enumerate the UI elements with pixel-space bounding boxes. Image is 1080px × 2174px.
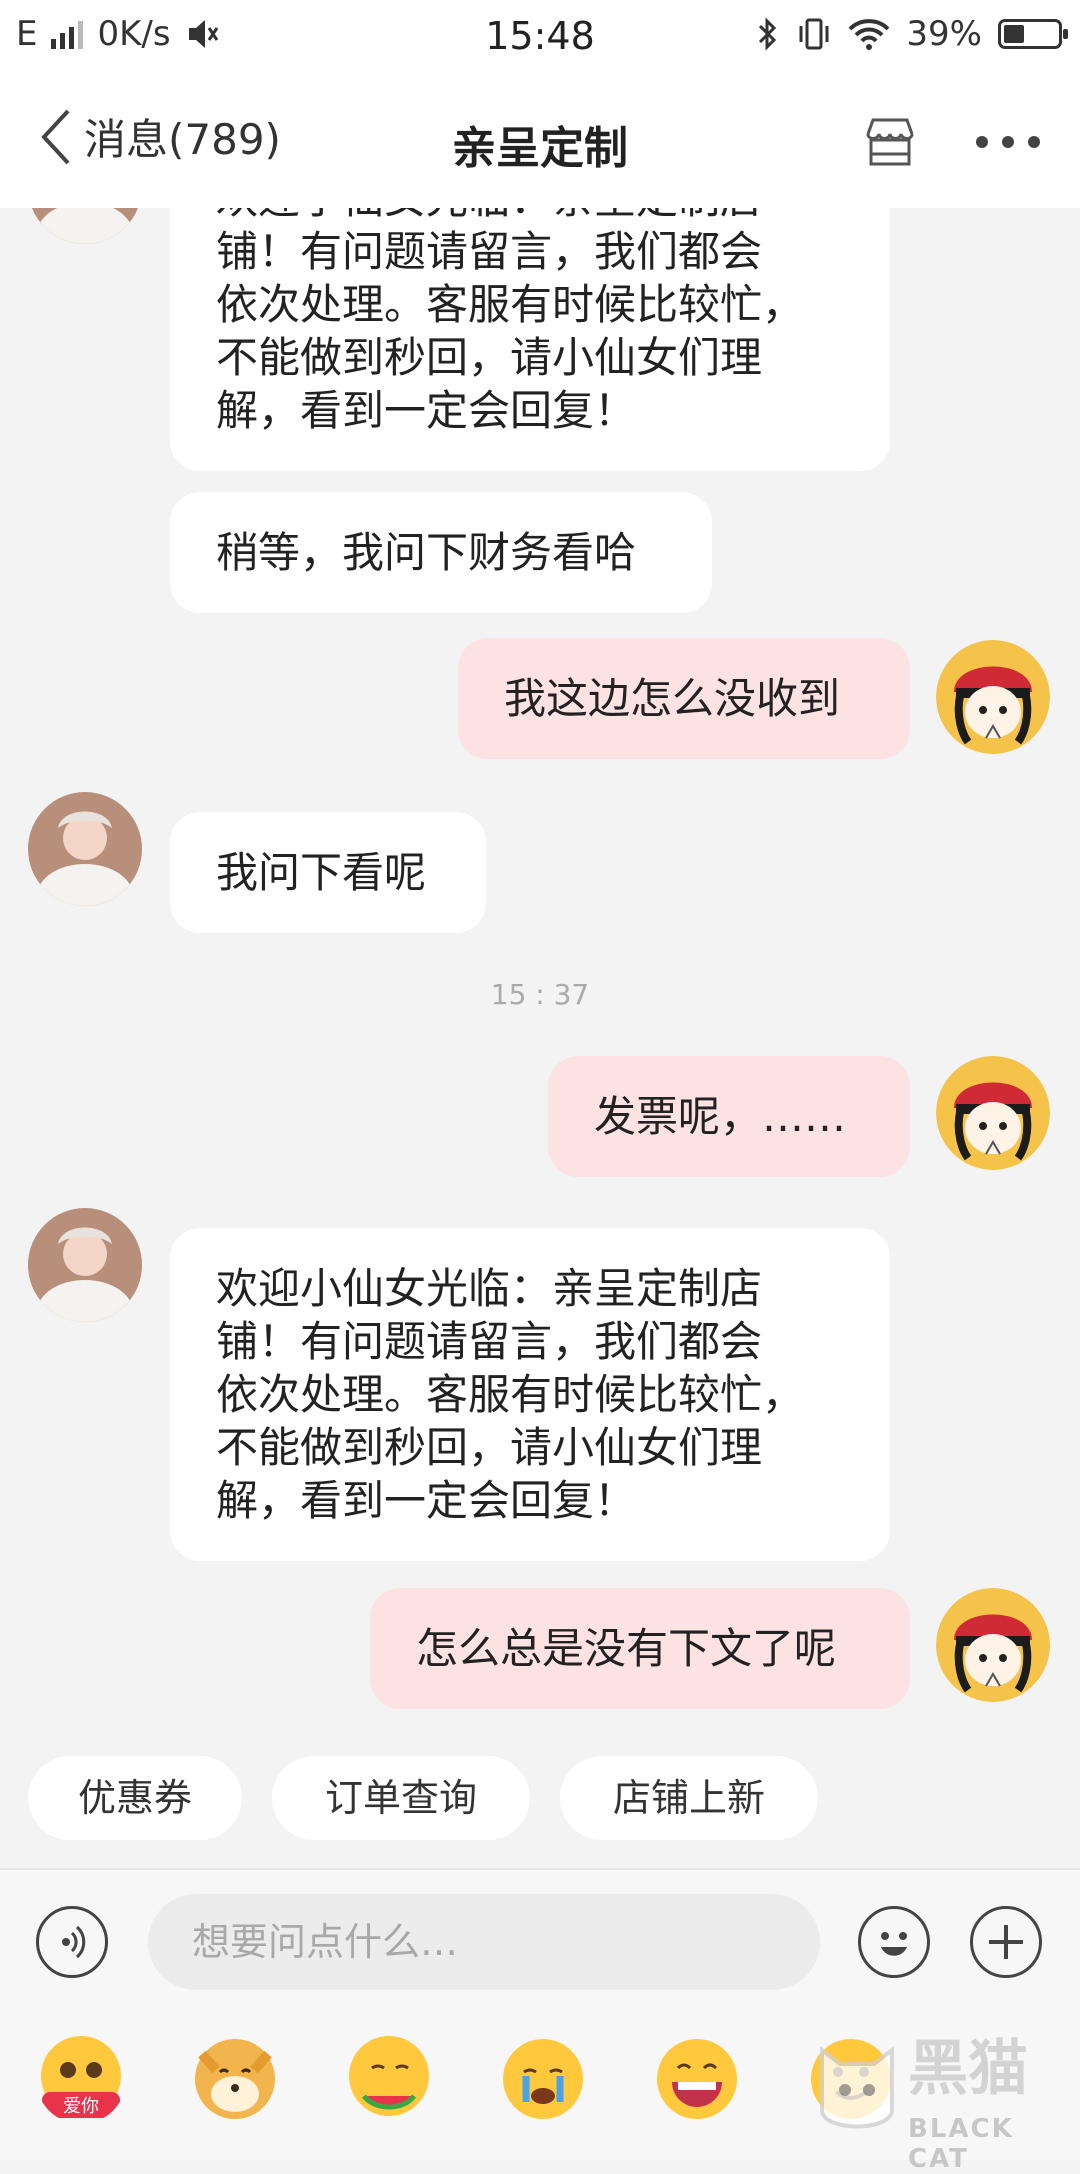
black-cat-watermark: 黑猫 BLACK CAT [812,2030,1062,2174]
chat-timestamp: 15 : 37 [490,978,590,1011]
quick-reply-new-arrivals[interactable]: 店铺上新 [560,1756,818,1840]
shop-avatar[interactable] [28,792,142,906]
status-bar: E 0K/s 15:48 39% [0,0,1080,72]
message-line: 依次处理。客服有时候比较忙， [216,1370,805,1419]
message-line: 铺！有问题请留言，我们都会 [216,1317,763,1366]
my-avatar[interactable] [936,640,1050,754]
my-message-bubble[interactable]: 怎么总是没有下文了呢 [370,1588,910,1709]
my-avatar[interactable] [936,1588,1050,1702]
nav-bar: 消息(789) 亲呈定制 [0,72,1080,208]
message-line: 我这边怎么没收到 [504,674,841,723]
smiley-icon [881,1932,907,1956]
message-line: 稍等，我问下财务看哈 [216,528,637,577]
message-line: 不能做到秒回，请小仙女们理 [216,333,763,382]
laughing-emoji-icon[interactable] [652,2034,742,2124]
crying-emoji-icon[interactable] [498,2034,588,2124]
shop-avatar[interactable] [28,208,142,244]
watermark-subtitle: BLACK CAT [908,2114,1014,2174]
quick-reply-order-query[interactable]: 订单查询 [272,1756,530,1840]
message-bubble[interactable]: 欢迎小仙女光临：亲呈定制店 铺！有问题请留言，我们都会 依次处理。客服有时候比较… [170,1228,890,1561]
message-line: 怎么总是没有下文了呢 [416,1624,837,1673]
my-message-bubble[interactable]: 发票呢，…… [548,1056,910,1177]
battery-icon [998,19,1068,49]
message-bubble[interactable]: 稍等，我问下财务看哈 [170,492,712,613]
shop-avatar[interactable] [28,1208,142,1322]
message-line: 解，看到一定会回复！ [216,386,637,435]
add-button[interactable] [970,1906,1042,1978]
black-cat-logo-icon [820,2045,894,2129]
wifi-icon [849,19,890,50]
message-input[interactable] [148,1894,820,1990]
my-message-bubble[interactable]: 我这边怎么没收到 [458,638,910,759]
voice-icon [62,1925,86,1959]
emoji-badge: 爱你 [63,2096,99,2117]
quick-reply-coupon[interactable]: 优惠券 [28,1756,242,1840]
watermark-title: 黑猫 [908,2034,1028,2104]
message-line: 解，看到一定会回复！ [216,1476,637,1525]
message-line: 铺！有问题请留言，我们都会 [216,227,763,276]
message-line: 依次处理。客服有时候比较忙， [216,280,805,329]
message-line: 欢迎小仙女光临：亲呈定制店 [216,1264,763,1313]
message-bubble[interactable]: 我问下看呢 [170,812,486,933]
bluetooth-icon [759,17,777,51]
plus-icon [989,1925,1023,1959]
doge-emoji-icon[interactable] [190,2034,280,2124]
status-right: 39% [756,14,1068,54]
emoji-button[interactable] [858,1906,930,1978]
love-emoji-icon[interactable]: 爱你 [36,2034,126,2124]
message-line: 我问下看呢 [216,848,427,897]
message-bubble[interactable]: 欢迎小仙女光临：亲呈定制店 铺！有问题请留言，我们都会 依次处理。客服有时候比较… [170,208,890,471]
quick-replies: 优惠券 订单查询 店铺上新 [0,1756,1080,1846]
my-avatar[interactable] [936,1056,1050,1170]
voice-input-button[interactable] [36,1906,108,1978]
watermelon-emoji-icon[interactable] [344,2034,434,2124]
store-icon[interactable] [860,112,920,172]
message-line: 不能做到秒回，请小仙女们理 [216,1423,763,1472]
chat-area[interactable]: 欢迎小仙女光临：亲呈定制店 铺！有问题请留言，我们都会 依次处理。客服有时候比较… [0,208,1080,1868]
more-options-button[interactable] [976,136,1040,148]
message-line: 发票呢，…… [594,1092,847,1141]
message-line: 欢迎小仙女光临：亲呈定制店 [216,208,844,225]
battery-percent: 39% [906,14,982,54]
vibrate-icon [799,18,829,50]
input-bar [0,1868,1080,2010]
